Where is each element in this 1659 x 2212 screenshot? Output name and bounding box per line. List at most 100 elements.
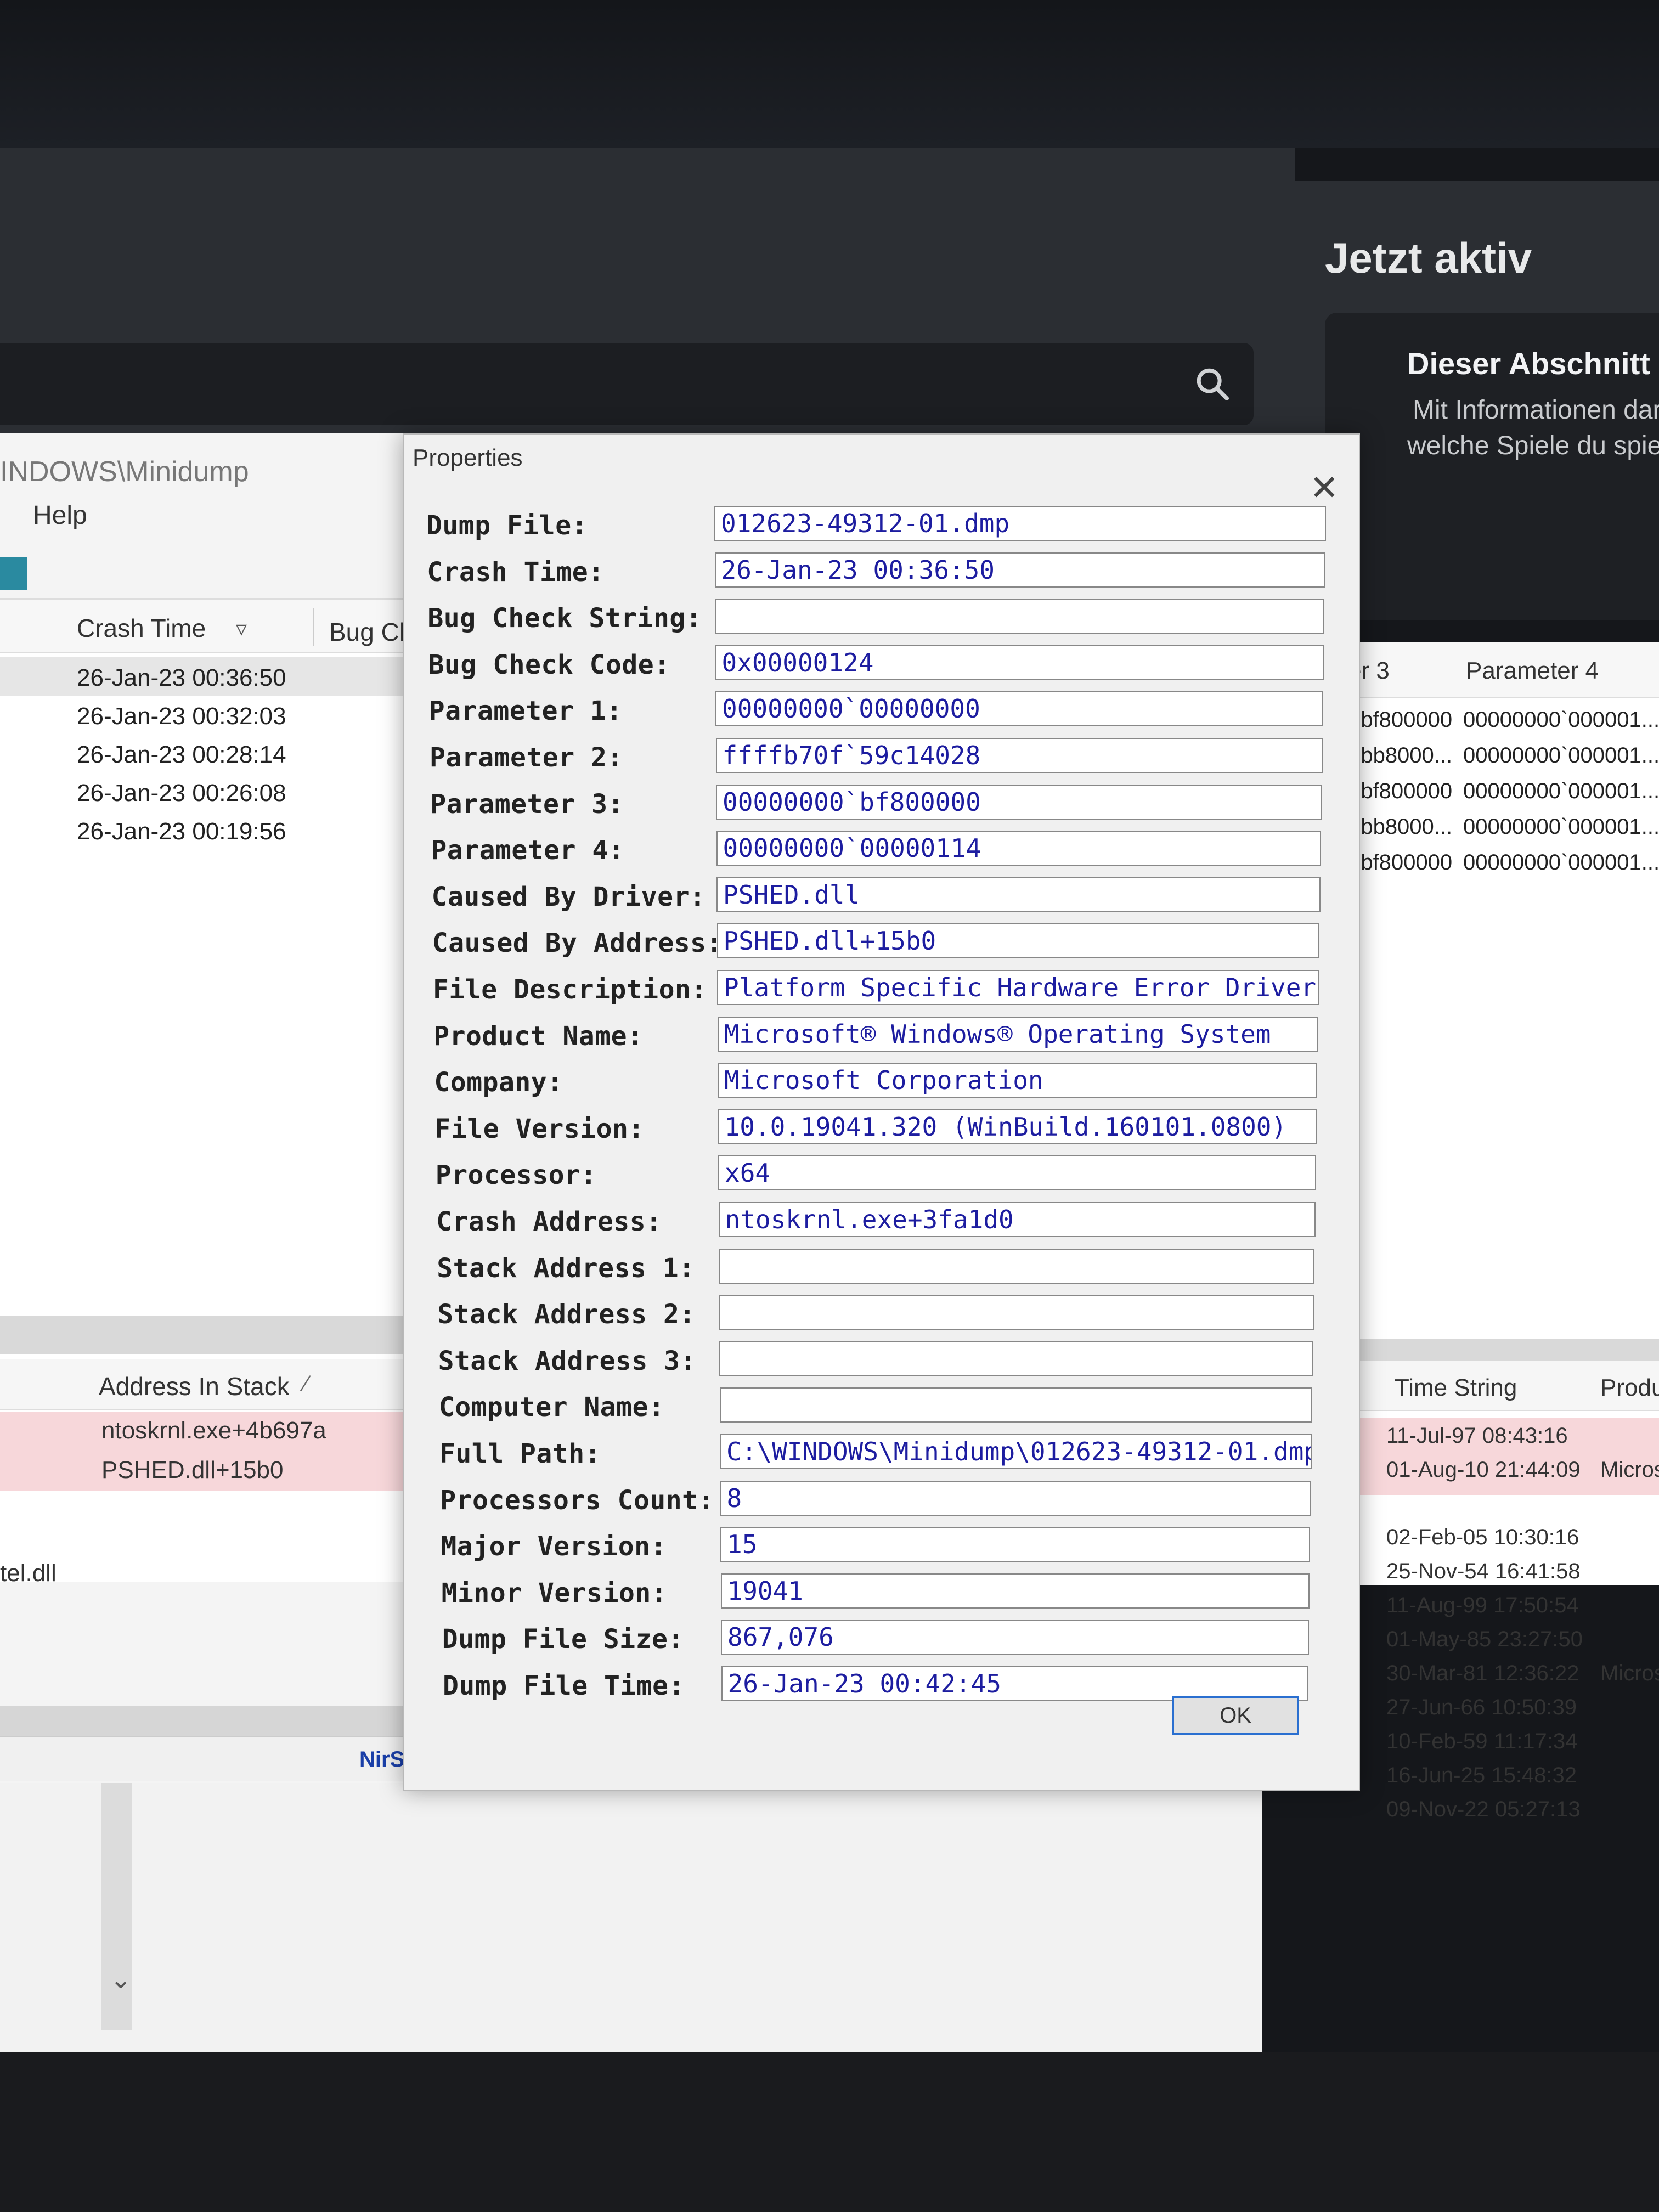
crash-list-header: er 3 Parameter 4 [1340,642,1659,698]
property-value-field[interactable]: 00000000`00000000 [715,691,1323,727]
property-label: Minor Version: [441,1577,668,1609]
parameter-3-cell[interactable]: `bf800000 [1353,708,1452,732]
parameter-4-cell[interactable]: 00000000`000001... [1463,708,1659,732]
time-string-cell[interactable]: 30-Mar-81 12:36:22 [1386,1661,1579,1686]
dark-app-main [0,148,1295,609]
property-value-field[interactable]: 10.0.19041.320 (WinBuild.160101.0800) [718,1109,1317,1144]
property-label: Crash Address: [436,1206,662,1237]
property-label: Crash Time: [427,556,605,588]
parameter-4-cell[interactable]: 00000000`000001... [1463,815,1659,839]
property-value-field[interactable]: 19041 [720,1573,1310,1609]
column-header-bug-check[interactable]: Bug Ch [329,617,413,647]
property-value-field[interactable]: C:\WINDOWS\Minidump\012623-49312-01.dmp [720,1434,1312,1469]
property-label: Caused By Driver: [431,881,706,912]
pane-splitter[interactable] [1340,1339,1659,1361]
property-value-field[interactable]: 15 [720,1527,1311,1562]
crash-row[interactable]: 26-Jan-23 00:36:50 [77,664,286,692]
parameter-3-cell[interactable]: `bb8000... [1353,743,1452,768]
parameter-4-cell[interactable]: 00000000`000001... [1463,743,1659,768]
crash-list-header: Crash Time ▿ Bug Ch [0,600,417,653]
crash-row[interactable]: 26-Jan-23 00:26:08 [77,780,286,807]
time-string-cell[interactable]: 10-Feb-59 11:17:34 [1386,1729,1577,1754]
property-value-field[interactable] [719,1387,1313,1423]
time-string-cell[interactable]: 16-Jun-25 15:48:32 [1386,1763,1577,1788]
driver-name-fragment[interactable]: tel.dll [0,1560,57,1587]
property-value-field[interactable]: ffffb70f`59c14028 [715,738,1323,773]
property-value-field[interactable]: Microsoft® Windows® Operating System [717,1016,1318,1052]
property-value-field[interactable]: 0x00000124 [715,645,1324,680]
property-value-field[interactable] [719,1295,1314,1330]
time-string-cell[interactable]: 25-Nov-54 16:41:58 [1386,1559,1581,1584]
product-cell[interactable]: Micros [1600,1458,1659,1482]
property-label: Dump File Time: [443,1671,685,1701]
property-label: Dump File: [426,510,588,541]
parameter-3-cell[interactable]: `bf800000 [1353,779,1452,804]
property-value-field[interactable]: 8 [720,1480,1311,1516]
time-string-cell[interactable]: 09-Nov-22 05:27:13 [1386,1797,1581,1822]
card-text: welche Spiele du spielst, k [1407,431,1659,460]
parameter-3-cell[interactable]: `bf800000 [1353,850,1452,875]
time-string-cell[interactable]: 27-Jun-66 10:50:39 [1386,1695,1577,1720]
close-icon[interactable]: ✕ [1310,470,1339,505]
property-value-field[interactable] [719,1341,1313,1376]
property-value-field[interactable]: 867,076 [721,1620,1309,1655]
time-string-cell[interactable]: 11-Jul-97 08:43:16 [1386,1424,1568,1448]
property-label: Parameter 3: [430,788,624,820]
property-value-field[interactable]: PSHED.dll+15b0 [716,923,1320,959]
ok-button[interactable]: OK [1172,1696,1299,1735]
card-title: Dieser Abschnitt kön [1407,346,1659,381]
property-value-field[interactable]: PSHED.dll [716,877,1321,912]
time-string-cell[interactable]: 02-Feb-05 10:30:16 [1386,1525,1579,1550]
property-label: Processor: [435,1160,597,1191]
column-header-address-in-stack[interactable]: Address In Stack [99,1372,290,1401]
time-string-cell[interactable]: 11-Aug-99 17:50:54 [1386,1593,1579,1618]
crash-row[interactable]: 26-Jan-23 00:32:03 [77,703,286,730]
time-string-cell[interactable]: 01-May-85 23:27:50 [1386,1627,1583,1652]
property-label: File Description: [433,974,707,1005]
property-label: Stack Address 2: [437,1299,696,1330]
pane-splitter[interactable] [0,1316,417,1354]
menu-help[interactable]: Help [33,500,87,531]
search-icon[interactable] [1193,365,1232,403]
chevron-down-icon[interactable]: ⌄ [110,1964,132,1995]
search-bar[interactable] [0,343,1254,425]
property-value-field[interactable]: 26-Jan-23 00:36:50 [714,552,1325,588]
property-label: Processors Count: [440,1485,714,1516]
property-value-field[interactable]: ntoskrnl.exe+3fa1d0 [718,1202,1316,1237]
column-separator[interactable] [313,608,314,646]
property-value-field[interactable]: Platform Specific Hardware Error Driver [717,970,1319,1005]
column-header-product[interactable]: Produ [1600,1374,1659,1402]
property-value-field[interactable]: 00000000`00000114 [716,831,1321,866]
driver-row[interactable]: PSHED.dll+15b0 [0,1451,417,1491]
column-header-parameter-4[interactable]: Parameter 4 [1466,657,1599,685]
crash-row[interactable]: 26-Jan-23 00:19:56 [77,818,286,845]
property-value-field[interactable]: 00000000`bf800000 [716,784,1322,820]
column-header-crash-time[interactable]: Crash Time [77,613,206,643]
driver-row[interactable]: ntoskrnl.exe+4b697a [0,1412,417,1451]
property-value-field[interactable]: 012623-49312-01.dmp [714,506,1326,541]
sort-icon: ▿ [236,617,247,641]
product-cell[interactable]: Microsc [1600,1661,1659,1686]
property-value-field[interactable] [715,599,1325,634]
property-label: Company: [434,1067,563,1098]
property-label: Parameter 2: [430,742,623,773]
toolbar-icon[interactable] [0,557,27,590]
crash-row[interactable]: 26-Jan-23 00:28:14 [77,741,286,769]
time-string-cell[interactable]: 01-Aug-10 21:44:09 [1386,1458,1581,1482]
parameter-4-cell[interactable]: 00000000`000001... [1463,850,1659,875]
address-in-stack: PSHED.dll+15b0 [101,1457,284,1483]
parameter-4-cell[interactable]: 00000000`000001... [1463,779,1659,804]
driver-list-header: Time String Produ [1340,1361,1659,1411]
parameter-3-cell[interactable]: `bb8000... [1353,815,1452,839]
property-value-field[interactable]: x64 [718,1155,1316,1191]
property-label: Full Path: [439,1438,601,1469]
crash-list: Crash Time ▿ Bug Ch 26-Jan-23 00:36:50 2… [0,598,417,1587]
property-label: Stack Address 1: [437,1252,695,1284]
column-header-time-string[interactable]: Time String [1395,1374,1517,1402]
activity-card: Dieser Abschnitt kön Mit Informationen d… [1325,313,1659,620]
background-window: ⌄ [0,1783,1262,2057]
property-value-field[interactable] [719,1248,1315,1284]
property-label: Bug Check Code: [428,649,670,680]
property-label: Computer Name: [438,1392,665,1423]
property-value-field[interactable]: Microsoft Corporation [718,1063,1318,1098]
